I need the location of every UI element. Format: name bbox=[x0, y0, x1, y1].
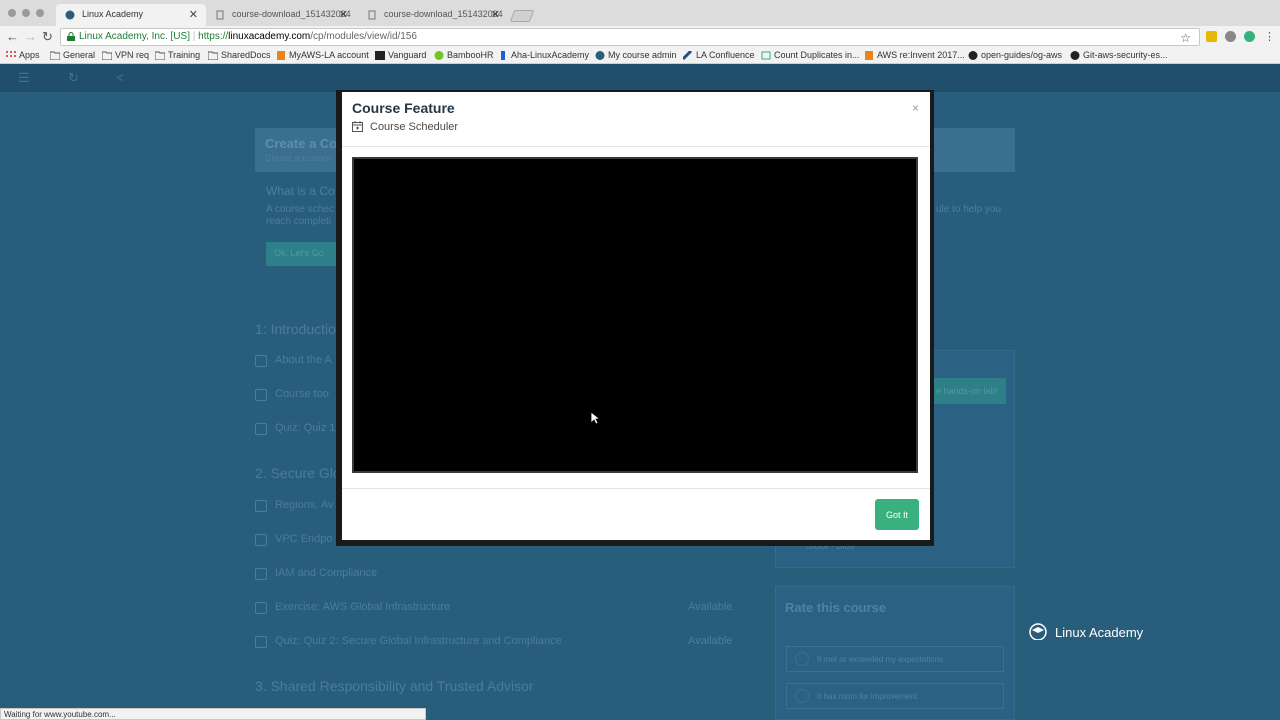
url-host: linuxacademy.com bbox=[228, 31, 311, 42]
hands-on-lab-button[interactable]: e hands-on lab! bbox=[930, 378, 1006, 404]
divider bbox=[342, 146, 930, 147]
availability-label: Available bbox=[688, 601, 733, 613]
vanguard-icon bbox=[375, 51, 385, 60]
document-icon bbox=[216, 10, 224, 20]
browser-status-bar: Waiting for www.youtube.com... bbox=[0, 708, 426, 720]
back-arrow-icon[interactable]: ← bbox=[6, 29, 19, 45]
got-it-button[interactable]: Got It bbox=[875, 499, 919, 530]
calendar-icon bbox=[352, 121, 363, 132]
aws-icon bbox=[277, 51, 285, 60]
tab-title: course-download_151432084 bbox=[384, 9, 503, 19]
extension-icon[interactable] bbox=[1225, 31, 1236, 42]
modal-subtitle: Course Scheduler bbox=[370, 121, 459, 133]
folder-icon bbox=[155, 51, 165, 60]
bookmark-folder[interactable]: General bbox=[50, 50, 95, 60]
tab-close-icon[interactable]: ✕ bbox=[189, 8, 198, 21]
bookmark-link[interactable]: My course admin bbox=[595, 50, 677, 60]
bookmark-link[interactable]: MyAWS-LA account bbox=[276, 50, 369, 60]
folder-icon bbox=[50, 51, 60, 60]
bookmark-link[interactable]: BambooHR bbox=[434, 50, 494, 60]
bookmark-folder[interactable]: VPN req bbox=[102, 50, 149, 60]
availability-label: Available bbox=[688, 635, 733, 647]
bookmark-link[interactable]: Git-aws-security-es... bbox=[1070, 50, 1168, 60]
bookmark-folder[interactable]: Training bbox=[155, 50, 200, 60]
address-toolbar: ← → ↻ Linux Academy, Inc. [US] | https:/… bbox=[0, 26, 1280, 48]
play-icon bbox=[255, 355, 267, 367]
grammarly-icon[interactable] bbox=[1244, 31, 1255, 42]
play-icon bbox=[255, 389, 267, 401]
bookmark-link[interactable]: open-guides/og-aws bbox=[968, 50, 1062, 60]
chrome-menu-icon[interactable]: ⋮ bbox=[1264, 29, 1275, 45]
tab-title: Linux Academy bbox=[82, 9, 144, 19]
video-player[interactable] bbox=[352, 157, 918, 473]
reload-icon[interactable]: ↻ bbox=[42, 29, 53, 45]
aha-icon bbox=[501, 51, 505, 60]
forward-arrow-icon[interactable]: → bbox=[24, 29, 37, 45]
bookmark-link[interactable]: LA Confluence bbox=[683, 50, 755, 60]
maximize-window-icon[interactable] bbox=[36, 9, 44, 17]
play-icon bbox=[255, 534, 267, 546]
section-heading: 3. Shared Responsibility and Trusted Adv… bbox=[255, 678, 534, 694]
bookmark-link[interactable]: AWS re:Invent 2017... bbox=[864, 50, 965, 60]
thumbs-down-icon bbox=[795, 689, 809, 703]
refresh-icon[interactable]: ↻ bbox=[68, 70, 82, 85]
extension-icon[interactable] bbox=[1206, 31, 1217, 42]
share-icon[interactable]: < bbox=[116, 70, 130, 85]
rate-option-negative[interactable]: It has room for improvement. bbox=[786, 683, 1004, 709]
aws-icon bbox=[865, 51, 873, 60]
apps-grid-icon bbox=[6, 51, 16, 57]
hamburger-menu-icon[interactable]: ☰ bbox=[18, 70, 32, 85]
bookmarks-bar: Apps General VPN req Training SharedDocs… bbox=[0, 48, 1280, 64]
tab-close-icon[interactable]: ✕ bbox=[339, 8, 348, 21]
folder-icon bbox=[208, 51, 218, 60]
minimize-window-icon[interactable] bbox=[22, 9, 30, 17]
bookmark-apps[interactable]: Apps bbox=[6, 50, 40, 60]
quiz-icon bbox=[255, 636, 267, 648]
play-icon bbox=[255, 500, 267, 512]
section-heading: 1: Introductio bbox=[255, 321, 336, 337]
github-icon bbox=[1070, 51, 1080, 60]
thumbs-up-icon bbox=[795, 652, 809, 666]
bookmark-link[interactable]: Count Duplicates in... bbox=[761, 50, 860, 60]
linux-academy-icon bbox=[595, 51, 605, 60]
graduation-cap-icon bbox=[1029, 623, 1047, 640]
tab-close-icon[interactable]: ✕ bbox=[491, 8, 500, 21]
folder-icon bbox=[102, 51, 112, 60]
browser-tab[interactable]: course-download_151432084 ✕ bbox=[206, 4, 356, 26]
section-heading: 2. Secure Glo bbox=[255, 465, 341, 481]
document-icon bbox=[368, 10, 376, 20]
browser-tab-active[interactable]: Linux Academy ✕ bbox=[56, 4, 206, 26]
mouse-cursor-icon bbox=[590, 411, 600, 425]
quiz-icon bbox=[255, 423, 267, 435]
page-icon bbox=[761, 51, 771, 60]
site-top-nav: ☰ ↻ < bbox=[0, 64, 1280, 92]
bookmark-link[interactable]: Aha-LinuxAcademy bbox=[498, 50, 589, 60]
url-bar[interactable]: Linux Academy, Inc. [US] | https://linux… bbox=[60, 28, 1200, 46]
url-path: /cp/modules/view/id/156 bbox=[310, 31, 417, 42]
play-icon bbox=[255, 568, 267, 580]
bookmark-star-icon[interactable]: ☆ bbox=[1180, 30, 1191, 46]
tab-title: course-download_151432084 bbox=[232, 9, 351, 19]
secure-label: Linux Academy, Inc. [US] bbox=[79, 31, 190, 42]
divider bbox=[342, 488, 930, 489]
confluence-icon bbox=[683, 51, 693, 60]
url-scheme: https:// bbox=[198, 31, 229, 42]
bookmark-folder[interactable]: SharedDocs bbox=[208, 50, 271, 60]
browser-tab[interactable]: course-download_151432084 ✕ bbox=[358, 4, 508, 26]
browser-tab-strip: Linux Academy ✕ course-download_15143208… bbox=[0, 0, 1280, 26]
bookmark-link[interactable]: Vanguard bbox=[375, 50, 426, 60]
lock-icon bbox=[67, 32, 75, 41]
rate-title: Rate this course bbox=[785, 600, 887, 615]
close-window-icon[interactable] bbox=[8, 9, 16, 17]
github-icon bbox=[968, 51, 978, 60]
exercise-icon bbox=[255, 602, 267, 614]
course-feature-modal: Course Feature Course Scheduler × Got It bbox=[342, 92, 930, 540]
linux-academy-favicon-icon bbox=[65, 10, 75, 20]
close-icon[interactable]: × bbox=[912, 101, 919, 115]
ok-lets-go-button[interactable]: Ok, Let's Go bbox=[266, 242, 338, 266]
modal-title: Course Feature bbox=[352, 100, 455, 116]
new-tab-button[interactable] bbox=[509, 10, 535, 22]
bamboohr-icon bbox=[434, 51, 444, 60]
rate-option-positive[interactable]: It met or exceeded my expectations. bbox=[786, 646, 1004, 672]
